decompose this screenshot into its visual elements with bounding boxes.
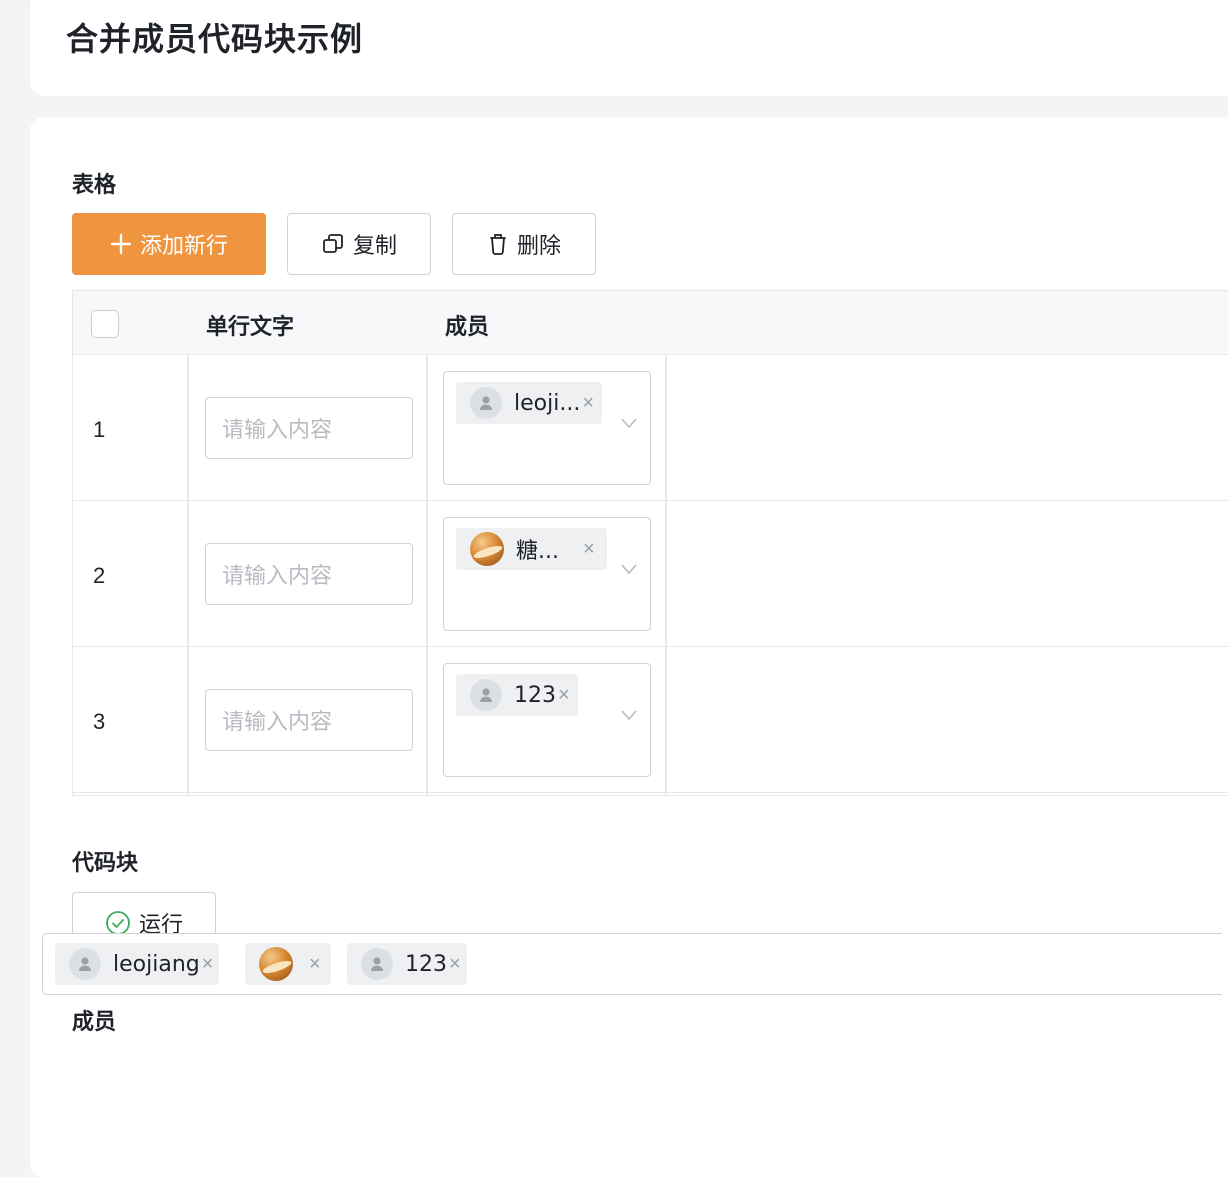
copy-button[interactable]: 复制 — [287, 213, 431, 275]
member-name: leoji... — [514, 390, 581, 416]
photo-avatar — [259, 947, 293, 981]
member-tag: × — [245, 943, 331, 985]
main-card: 表格 添加新行 复制 删除 单行文字 成员 1 请输入内容 leoji... ×… — [30, 117, 1228, 1177]
delete-button[interactable]: 删除 — [452, 213, 596, 275]
add-row-label: 添加新行 — [139, 234, 228, 259]
text-input[interactable]: 请输入内容 — [205, 543, 413, 605]
close-icon[interactable]: × — [449, 953, 461, 976]
close-icon[interactable]: × — [582, 392, 594, 415]
member-tag: leoji... × — [456, 382, 602, 424]
row-index: 2 — [93, 563, 106, 588]
default-user-icon — [361, 948, 393, 980]
data-table: 单行文字 成员 1 请输入内容 leoji... × 2 请输入内容 糖... … — [72, 290, 1228, 796]
column-header-member: 成员 — [445, 315, 490, 340]
input-placeholder: 请输入内容 — [222, 710, 333, 735]
column-header-text: 单行文字 — [206, 315, 295, 340]
close-icon[interactable]: × — [309, 953, 321, 976]
input-placeholder: 请输入内容 — [222, 418, 333, 443]
page-title: 合并成员代码块示例 — [66, 20, 364, 58]
chevron-down-icon[interactable] — [620, 416, 638, 434]
plus-icon — [110, 233, 132, 255]
default-user-icon — [470, 387, 502, 419]
member-tag: 糖... × — [456, 528, 607, 570]
photo-avatar — [470, 532, 504, 566]
delete-label: 删除 — [516, 234, 561, 259]
input-placeholder: 请输入内容 — [222, 564, 333, 589]
member-select[interactable]: 糖... × — [443, 517, 651, 631]
member-select[interactable]: leoji... × — [443, 371, 651, 485]
member-name: 123 — [405, 951, 447, 977]
add-row-button[interactable]: 添加新行 — [72, 213, 266, 275]
table-header: 单行文字 成员 — [73, 291, 1228, 355]
copy-icon — [321, 232, 345, 256]
table-row: 2 请输入内容 糖... × — [73, 501, 1228, 647]
member-name: 123 — [514, 682, 556, 708]
chevron-down-icon[interactable] — [620, 708, 638, 726]
members-section-title: 成员 — [72, 1010, 117, 1035]
member-tag: leojiang × — [55, 943, 220, 985]
row-index: 1 — [93, 417, 106, 442]
member-select[interactable]: 123 × — [443, 663, 651, 777]
default-user-icon — [69, 948, 101, 980]
text-input[interactable]: 请输入内容 — [205, 689, 413, 751]
member-tag: 123 × — [456, 674, 578, 716]
close-icon[interactable]: × — [202, 953, 214, 976]
member-tag: 123 × — [347, 943, 467, 985]
table-section-title: 表格 — [72, 173, 117, 198]
table-row: 1 请输入内容 leoji... × — [73, 355, 1228, 501]
select-all-checkbox[interactable] — [91, 310, 119, 338]
row-index: 3 — [93, 709, 106, 734]
close-icon[interactable]: × — [558, 684, 570, 707]
trash-icon — [487, 232, 509, 256]
member-name: leojiang — [113, 951, 200, 977]
member-name: 糖... — [516, 539, 559, 564]
header-card: 合并成员代码块示例 — [30, 0, 1228, 96]
close-icon[interactable]: × — [583, 538, 595, 561]
copy-label: 复制 — [352, 234, 397, 259]
text-input[interactable]: 请输入内容 — [205, 397, 413, 459]
table-row: 3 请输入内容 123 × — [73, 647, 1228, 793]
members-field[interactable]: leojiang × × 123 × — [42, 933, 1222, 995]
code-section-title: 代码块 — [72, 851, 139, 876]
default-user-icon — [470, 679, 502, 711]
chevron-down-icon[interactable] — [620, 562, 638, 580]
